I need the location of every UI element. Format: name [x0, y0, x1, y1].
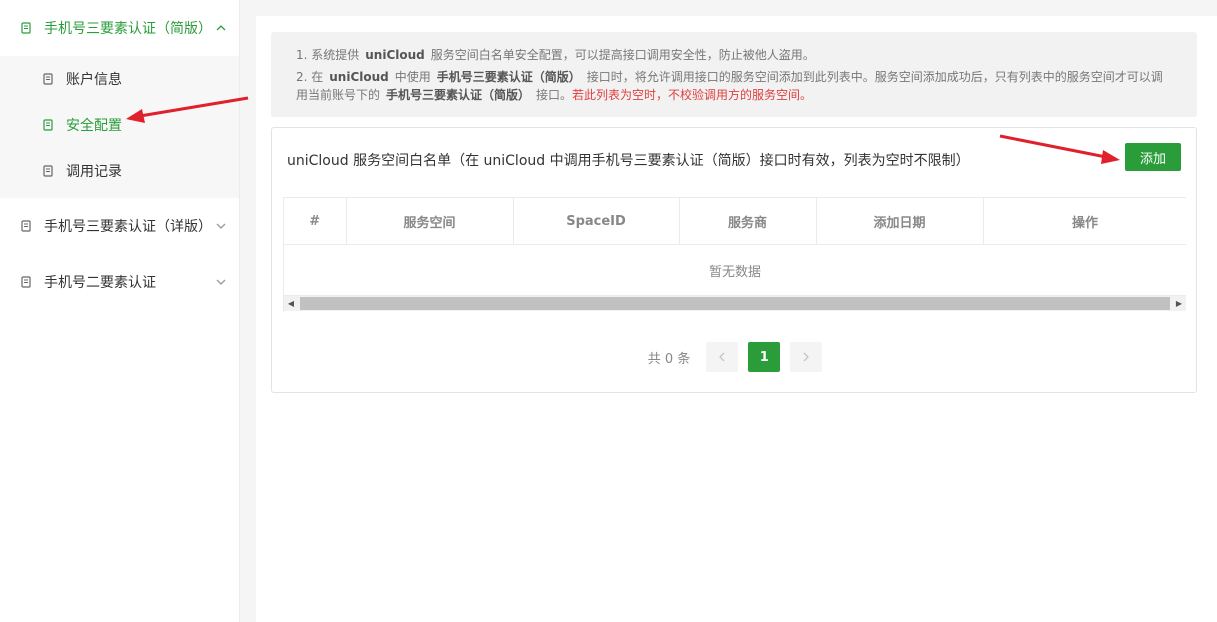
- column-header-actions: 操作: [983, 197, 1186, 245]
- notice-bold: 手机号三要素认证（简版）: [436, 70, 581, 84]
- notice-text: 1. 系统提供: [296, 48, 360, 62]
- sidebar-item-account-info[interactable]: 账户信息: [0, 56, 239, 102]
- sidebar-item-label: 账户信息: [66, 72, 122, 88]
- main-content: 1. 系统提供 uniCloud 服务空间白名单安全配置，可以提高接口调用安全性，防…: [256, 16, 1217, 622]
- chevron-up-icon: [215, 22, 227, 34]
- panel-title: uniCloud 服务空间白名单（在 uniCloud 中调用手机号三要素认证（…: [287, 153, 970, 169]
- column-header-space: 服务空间: [346, 197, 514, 245]
- sidebar-group-label: 手机号三要素认证（详版）: [44, 219, 212, 235]
- document-icon: [20, 220, 32, 232]
- chevron-right-icon: [803, 352, 810, 362]
- page-button-current[interactable]: 1: [748, 342, 781, 372]
- chevron-down-icon: [215, 276, 227, 288]
- sidebar-item-label: 安全配置: [66, 118, 122, 134]
- column-header-index: #: [284, 197, 347, 245]
- notice-line-1: 1. 系统提供 uniCloud 服务空间白名单安全配置，可以提高接口调用安全性，防…: [296, 46, 1172, 64]
- pagination-total: 共 0 条: [647, 351, 691, 367]
- notice-bold: 手机号三要素认证（简版）: [386, 88, 531, 102]
- sidebar: 手机号三要素认证（简版） 账户信息 安全配置 调用记录 手机号三要素认证（详版）…: [0, 0, 240, 622]
- document-icon: [42, 165, 54, 177]
- sidebar-item-call-records[interactable]: 调用记录: [0, 148, 239, 194]
- notice-box: 1. 系统提供 uniCloud 服务空间白名单安全配置，可以提高接口调用安全性，防…: [271, 32, 1197, 117]
- notice-warning: 若此列表为空时，不校验调用方的服务空间。: [572, 88, 813, 102]
- notice-line-2: 2. 在 uniCloud 中使用 手机号三要素认证（简版） 接口时，将允许调用接口的服…: [296, 68, 1172, 104]
- notice-text: 服务空间白名单安全配置，可以提高接口调用安全性，防止被他人盗用。: [430, 48, 815, 62]
- document-icon: [42, 119, 54, 131]
- notice-bold: uniCloud: [365, 48, 425, 62]
- empty-placeholder: 暂无数据: [284, 245, 1186, 296]
- document-icon: [42, 73, 54, 85]
- notice-bold: uniCloud: [329, 70, 389, 84]
- sidebar-group-sms3-detail[interactable]: 手机号三要素认证（详版）: [0, 198, 239, 254]
- add-button[interactable]: 添加: [1125, 143, 1181, 171]
- notice-text: 中使用: [394, 70, 431, 84]
- column-header-spaceid: SpaceID: [513, 197, 680, 245]
- next-page-button[interactable]: [790, 342, 823, 372]
- sidebar-group-sms3-simple[interactable]: 手机号三要素认证（简版）: [0, 0, 239, 56]
- chevron-down-icon: [215, 220, 227, 232]
- sidebar-group-sms2[interactable]: 手机号二要素认证: [0, 254, 239, 310]
- whitelist-panel: uniCloud 服务空间白名单（在 uniCloud 中调用手机号三要素认证（…: [271, 127, 1197, 393]
- document-icon: [20, 276, 32, 288]
- pagination: 共 0 条 1: [272, 342, 1198, 372]
- whitelist-table: # 服务空间 SpaceID 服务商 添加日期 操作 暂无数据 ◀ ▶: [283, 197, 1186, 312]
- sidebar-group-label: 手机号二要素认证: [44, 275, 156, 291]
- notice-text: 接口。: [536, 88, 573, 102]
- column-header-provider: 服务商: [679, 197, 817, 245]
- scroll-thumb[interactable]: [300, 297, 1170, 310]
- chevron-left-icon: [719, 352, 725, 362]
- horizontal-scrollbar[interactable]: ◀ ▶: [284, 296, 1186, 311]
- column-header-date: 添加日期: [816, 197, 984, 245]
- document-icon: [20, 22, 32, 34]
- notice-text: 2. 在: [296, 70, 324, 84]
- scroll-right-icon[interactable]: ▶: [1172, 296, 1186, 311]
- sidebar-sub-list: 账户信息 安全配置 调用记录: [0, 56, 239, 198]
- scroll-left-icon[interactable]: ◀: [284, 296, 298, 311]
- sidebar-item-security-config[interactable]: 安全配置: [0, 102, 239, 148]
- prev-page-button[interactable]: [706, 342, 739, 372]
- sidebar-group-label: 手机号三要素认证（简版）: [44, 21, 212, 37]
- sidebar-item-label: 调用记录: [66, 164, 122, 180]
